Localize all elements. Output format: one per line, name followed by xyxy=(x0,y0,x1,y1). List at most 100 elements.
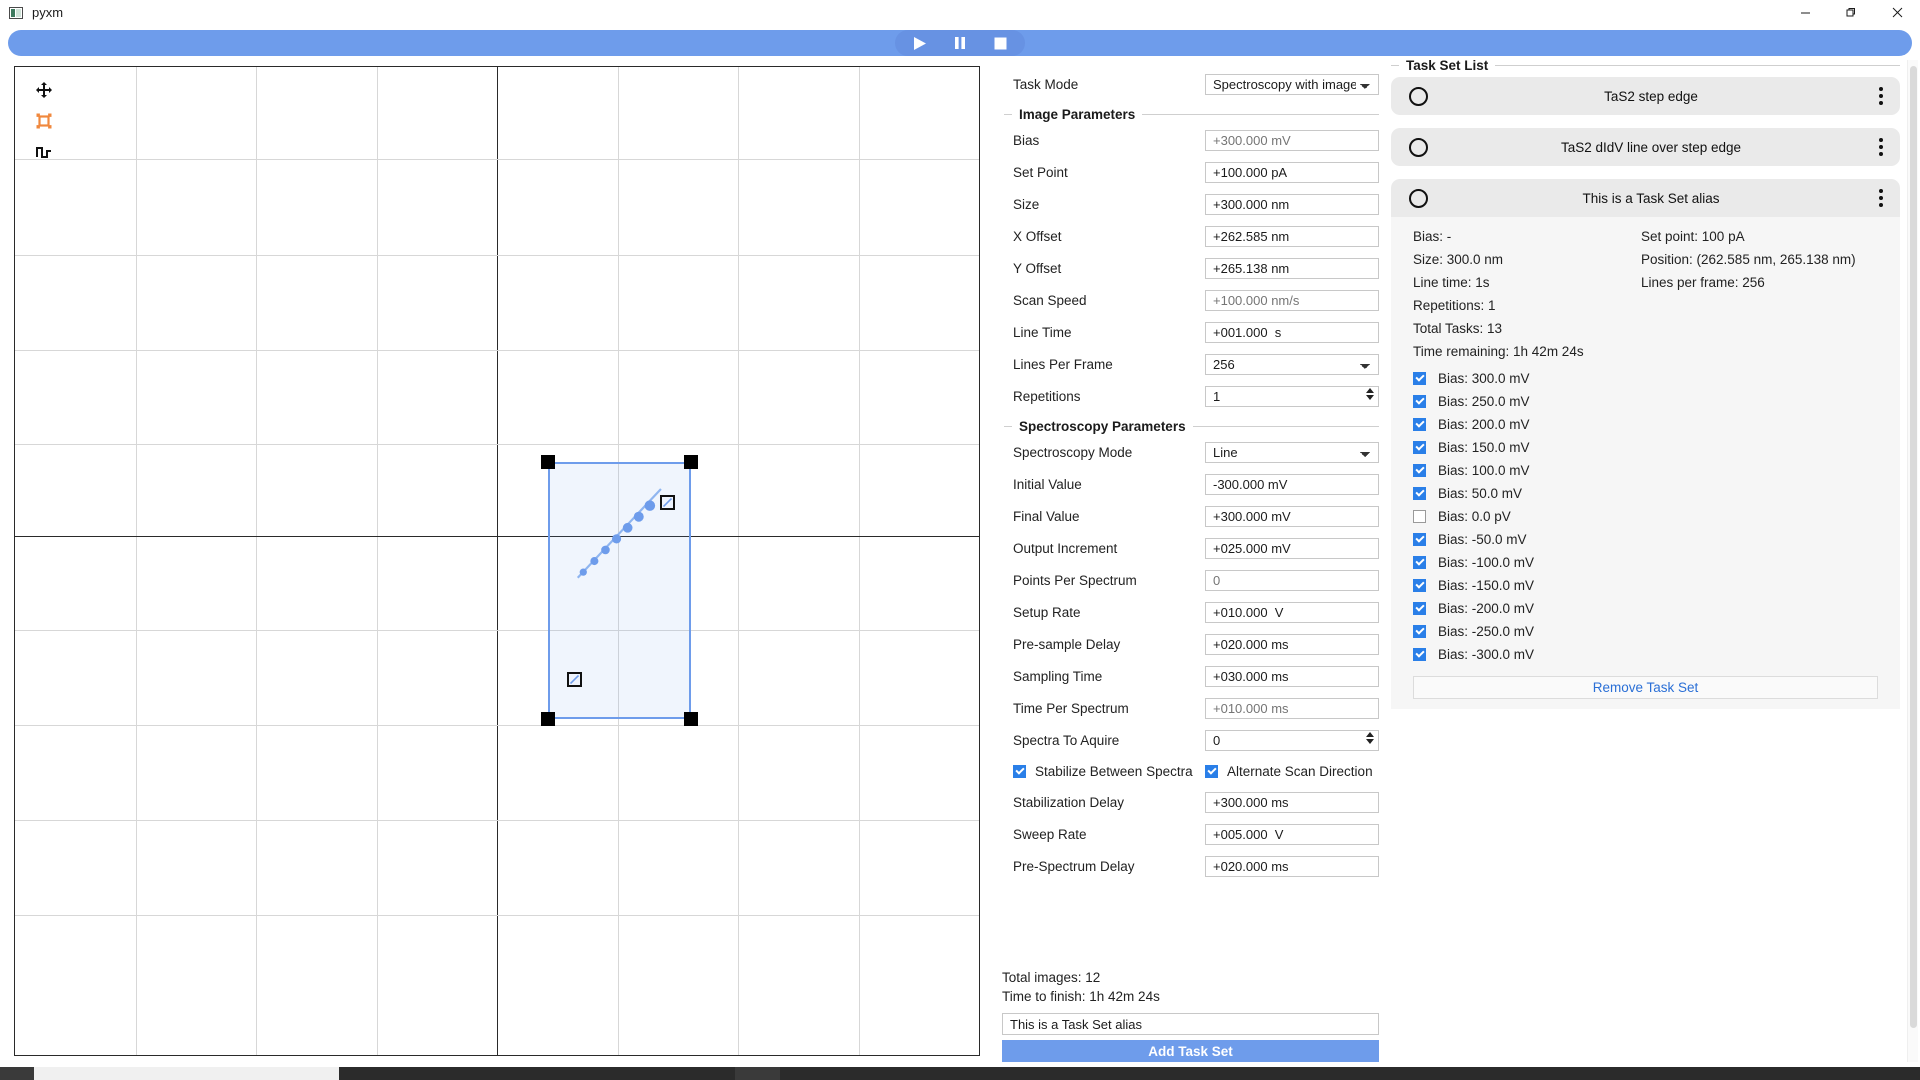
image-param-input[interactable] xyxy=(1205,193,1379,215)
image-param-input[interactable] xyxy=(1205,225,1379,247)
resize-handle-top-left[interactable] xyxy=(541,455,556,470)
bias-checkbox-row[interactable]: Bias: -100.0 mV xyxy=(1413,551,1900,574)
bias-checkbox-row[interactable]: Bias: 250.0 mV xyxy=(1413,390,1900,413)
stop-icon[interactable] xyxy=(991,35,1009,51)
kebab-menu-icon[interactable] xyxy=(1879,138,1883,156)
checkbox-icon[interactable] xyxy=(1413,441,1426,454)
bias-checkbox-row[interactable]: Bias: 150.0 mV xyxy=(1413,436,1900,459)
spectroscopy-start-handle[interactable] xyxy=(566,671,582,687)
image-param-spinner xyxy=(1205,385,1379,407)
task-set-item[interactable]: TaS2 dIdV line over step edge xyxy=(1391,128,1900,166)
bias-checkbox-row[interactable]: Bias: 200.0 mV xyxy=(1413,413,1900,436)
play-icon[interactable] xyxy=(911,35,929,51)
rectangle-handles-icon[interactable] xyxy=(35,112,53,130)
checkbox-icon[interactable] xyxy=(1413,556,1426,569)
task-set-radio-icon[interactable] xyxy=(1409,86,1428,106)
checkbox-icon[interactable] xyxy=(1413,533,1426,546)
spec-param-label: Spectroscopy Mode xyxy=(1013,444,1133,460)
checkbox-icon[interactable] xyxy=(1413,372,1426,385)
spec-param-input[interactable] xyxy=(1205,665,1379,687)
bias-checkbox-row[interactable]: Bias: -50.0 mV xyxy=(1413,528,1900,551)
bias-checkbox-row[interactable]: Bias: -200.0 mV xyxy=(1413,597,1900,620)
spec-param-input[interactable] xyxy=(1205,729,1379,751)
spec-param-input[interactable] xyxy=(1205,697,1379,719)
task-set-item[interactable]: TaS2 step edge xyxy=(1391,77,1900,115)
square-wave-icon[interactable] xyxy=(35,143,53,161)
checkbox-icon[interactable] xyxy=(1413,625,1426,638)
task-set-detail-line: Repetitions: 1 xyxy=(1413,298,1496,313)
image-param-row: Scan Speed xyxy=(1000,284,1379,316)
remove-task-set-button[interactable]: Remove Task Set xyxy=(1413,676,1878,699)
task-set-radio-icon[interactable] xyxy=(1409,188,1428,208)
spec-checkbox-item[interactable]: Stabilize Between Spectra xyxy=(1013,764,1205,779)
checkbox-icon[interactable] xyxy=(1413,418,1426,431)
checkbox-icon[interactable] xyxy=(1413,464,1426,477)
spec-param-input[interactable] xyxy=(1205,855,1379,877)
checkbox-icon[interactable] xyxy=(1413,395,1426,408)
checkbox-icon[interactable] xyxy=(1205,764,1218,778)
checkbox-icon[interactable] xyxy=(1413,579,1426,592)
right-scrollbar[interactable] xyxy=(1907,60,1918,1062)
resize-handle-bottom-right[interactable] xyxy=(683,712,698,727)
minimize-button[interactable] xyxy=(1782,0,1828,26)
spec-param-input[interactable] xyxy=(1205,569,1379,591)
image-param-row: Size xyxy=(1000,188,1379,220)
task-set-detail-line: Lines per frame: 256 xyxy=(1641,275,1765,290)
image-param-input[interactable] xyxy=(1205,321,1379,343)
transport-controls xyxy=(895,30,1025,56)
bias-checkbox-row[interactable]: Bias: 0.0 pV xyxy=(1413,505,1900,528)
restore-button[interactable] xyxy=(1828,0,1874,26)
spec-param-input[interactable] xyxy=(1205,505,1379,527)
image-param-input[interactable] xyxy=(1205,257,1379,279)
image-param-input[interactable] xyxy=(1205,129,1379,151)
spec-param-input[interactable] xyxy=(1205,633,1379,655)
spectroscopy-end-handle[interactable] xyxy=(659,494,675,510)
resize-handle-top-right[interactable] xyxy=(683,455,698,470)
add-task-set-button[interactable]: Add Task Set xyxy=(1002,1040,1379,1062)
bias-checkbox-row[interactable]: Bias: 300.0 mV xyxy=(1413,367,1900,390)
spec-param-field xyxy=(1205,791,1379,813)
spectroscopy-parameter-rows: Spectroscopy Mode LinePointGrid Initial Va… xyxy=(1000,436,1379,756)
resize-handle-bottom-left[interactable] xyxy=(541,712,556,727)
bias-label: Bias: -100.0 mV xyxy=(1438,555,1535,570)
right-scrollbar-thumb[interactable] xyxy=(1910,66,1917,1028)
scan-canvas[interactable] xyxy=(14,66,980,1056)
image-parameters-title: Image Parameters xyxy=(1019,107,1136,122)
bias-checkbox-row[interactable]: Bias: -150.0 mV xyxy=(1413,574,1900,597)
image-param-select[interactable]: 641282565121024 xyxy=(1205,353,1379,375)
checkbox-icon[interactable] xyxy=(1413,510,1426,523)
image-param-input[interactable] xyxy=(1205,289,1379,311)
scan-frame-selection[interactable] xyxy=(541,455,698,727)
spec-param-field xyxy=(1205,855,1379,877)
move-icon[interactable] xyxy=(35,81,53,99)
kebab-menu-icon[interactable] xyxy=(1879,189,1883,207)
spec-param-input[interactable] xyxy=(1205,473,1379,495)
task-set-item[interactable]: This is a Task Set alias xyxy=(1391,179,1900,217)
task-mode-select[interactable]: Spectroscopy with imageImage onlySpectro… xyxy=(1205,73,1379,95)
spec-checkbox-item[interactable]: Alternate Scan Direction xyxy=(1205,764,1373,779)
bias-checkbox-row[interactable]: Bias: 100.0 mV xyxy=(1413,459,1900,482)
pause-icon[interactable] xyxy=(951,35,969,51)
checkbox-icon[interactable] xyxy=(1413,602,1426,615)
image-param-label: Size xyxy=(1013,196,1040,212)
checkbox-icon[interactable] xyxy=(1413,487,1426,500)
task-set-detail-line: Position: (262.585 nm, 265.138 nm) xyxy=(1641,252,1856,267)
bias-label: Bias: 200.0 mV xyxy=(1438,417,1530,432)
bias-checkbox-row[interactable]: Bias: 50.0 mV xyxy=(1413,482,1900,505)
bias-checkbox-row[interactable]: Bias: -300.0 mV xyxy=(1413,643,1900,666)
spec-param-input[interactable] xyxy=(1205,537,1379,559)
checkbox-icon[interactable] xyxy=(1013,764,1026,778)
bias-checkbox-row[interactable]: Bias: -250.0 mV xyxy=(1413,620,1900,643)
spec-param-select[interactable]: LinePointGrid xyxy=(1205,441,1379,463)
task-set-detail-column-1: Bias: - Size: 300.0 nm Line time: 1s Repeti… xyxy=(1413,225,1641,363)
checkbox-icon[interactable] xyxy=(1413,648,1426,661)
spec-param-input[interactable] xyxy=(1205,823,1379,845)
task-set-alias-input[interactable] xyxy=(1002,1013,1379,1035)
spec-param-input[interactable] xyxy=(1205,601,1379,623)
task-set-radio-icon[interactable] xyxy=(1409,137,1428,157)
spec-param-input[interactable] xyxy=(1205,791,1379,813)
kebab-menu-icon[interactable] xyxy=(1879,87,1883,105)
close-button[interactable] xyxy=(1874,0,1920,26)
image-param-input[interactable] xyxy=(1205,161,1379,183)
image-param-input[interactable] xyxy=(1205,385,1379,407)
